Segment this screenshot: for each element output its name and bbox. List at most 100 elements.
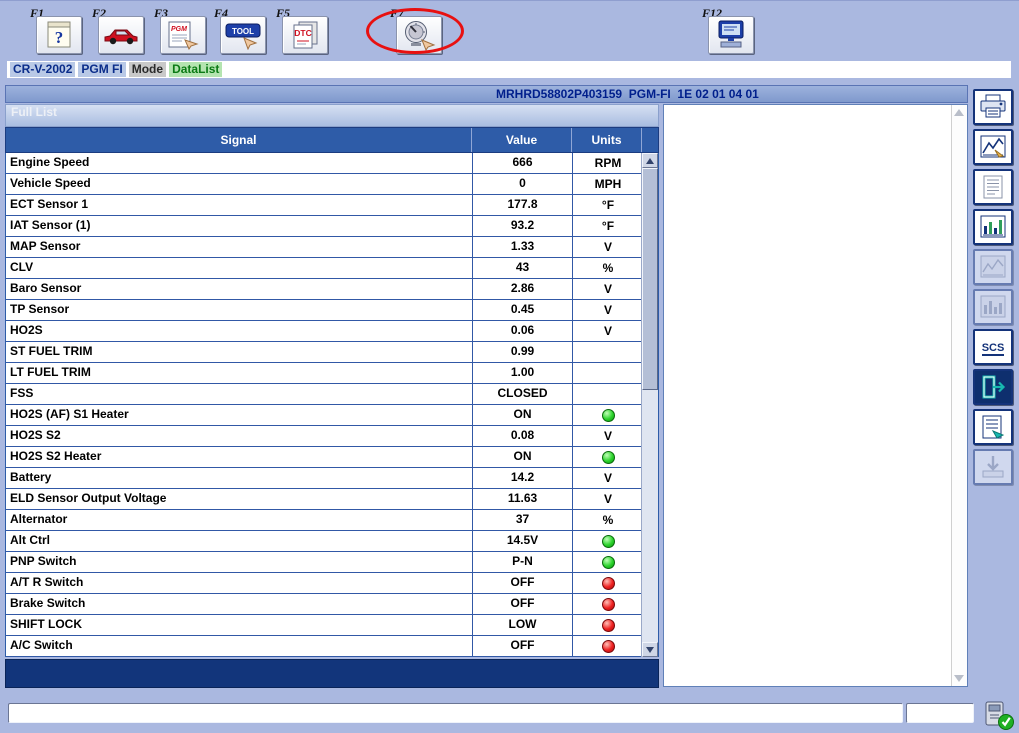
exit-icon <box>982 375 1006 399</box>
signal-cell: ELD Sensor Output Voltage <box>6 489 473 509</box>
f5-dtc-button[interactable]: F5 DTC <box>274 6 334 56</box>
table-row[interactable]: HO2S (AF) S1 Heater ON <box>6 405 643 426</box>
signal-cell: HO2S S2 Heater <box>6 447 473 467</box>
chevron-down-icon[interactable] <box>954 675 964 682</box>
units-cell <box>573 615 643 635</box>
value-cell: 0 <box>473 174 573 194</box>
table-row[interactable]: HO2S 0.06 V <box>6 321 643 342</box>
value-cell: ON <box>473 447 573 467</box>
value-cell: 43 <box>473 258 573 278</box>
table-row[interactable]: Alternator 37 % <box>6 510 643 531</box>
signal-cell: A/T R Switch <box>6 573 473 593</box>
units-text: % <box>602 261 614 275</box>
f12-exit-button[interactable]: F12 <box>700 6 760 56</box>
f4-tool-button[interactable]: F4 TOOL <box>212 6 272 56</box>
value-cell: OFF <box>473 594 573 614</box>
chevron-up-icon[interactable] <box>954 109 964 116</box>
column-header-signal[interactable]: Signal <box>6 128 472 152</box>
table-row[interactable]: FSS CLOSED <box>6 384 643 405</box>
table-row[interactable]: MAP Sensor 1.33 V <box>6 237 643 258</box>
list-view-button[interactable] <box>973 169 1013 205</box>
graph-setup-icon <box>980 135 1006 158</box>
table-row[interactable]: TP Sensor 0.45 V <box>6 300 643 321</box>
breadcrumb-item[interactable]: DataList <box>169 62 223 77</box>
units-cell <box>573 636 643 656</box>
units-cell: % <box>573 258 643 278</box>
snapshot-list-button[interactable] <box>973 409 1013 445</box>
table-row[interactable]: ECT Sensor 1 177.8 °F <box>6 195 643 216</box>
breadcrumb-item[interactable]: PGM FI <box>78 62 126 77</box>
table-row[interactable]: SHIFT LOCK LOW <box>6 615 643 636</box>
breadcrumb-item[interactable]: CR-V-2002 <box>10 62 76 77</box>
units-cell: V <box>573 426 643 446</box>
f1-help-button[interactable]: F1 ? <box>28 6 88 56</box>
table-row[interactable]: HO2S S2 Heater ON <box>6 447 643 468</box>
table-row[interactable]: CLV 43 % <box>6 258 643 279</box>
table-row[interactable]: Battery 14.2 V <box>6 468 643 489</box>
detail-panel-scrollbar[interactable] <box>951 105 967 686</box>
status-bar <box>0 699 1019 733</box>
status-lamp <box>601 597 615 611</box>
status-aux-box <box>906 703 974 723</box>
signal-cell: HO2S S2 <box>6 426 473 446</box>
scroll-down-button[interactable] <box>642 642 658 657</box>
units-cell: V <box>573 468 643 488</box>
signal-cell: Engine Speed <box>6 153 473 173</box>
value-cell: 0.06 <box>473 321 573 341</box>
f3-pgm-tester-button[interactable]: F3 PGM <box>152 6 212 56</box>
table-scrollbar-thumb[interactable] <box>642 168 658 390</box>
print-button[interactable] <box>973 89 1013 125</box>
value-cell: 0.08 <box>473 426 573 446</box>
tool-box-icon: TOOL <box>220 16 266 54</box>
meter-view-button[interactable] <box>973 209 1013 245</box>
table-scrollbar[interactable] <box>641 153 658 657</box>
f7-datalist-button[interactable]: F7 <box>388 6 448 56</box>
status-lamp <box>601 534 615 548</box>
value-cell: 2.86 <box>473 279 573 299</box>
interface-connected-icon[interactable] <box>980 699 1016 732</box>
signal-cell: MAP Sensor <box>6 237 473 257</box>
units-cell: V <box>573 321 643 341</box>
section-label: Full List <box>5 104 659 127</box>
table-row[interactable]: LT FUEL TRIM 1.00 <box>6 363 643 384</box>
table-header-row: Signal Value Units <box>5 127 659 153</box>
f2-vehicle-button[interactable]: F2 <box>90 6 150 56</box>
units-cell: V <box>573 237 643 257</box>
table-footer-bar <box>5 659 659 688</box>
units-cell: °F <box>573 216 643 236</box>
signal-cell: SHIFT LOCK <box>6 615 473 635</box>
table-row[interactable]: Alt Ctrl 14.5V <box>6 531 643 552</box>
column-header-value[interactable]: Value <box>472 128 572 152</box>
table-row[interactable]: A/C Switch OFF <box>6 636 643 657</box>
table-row[interactable]: Engine Speed 666 RPM <box>6 153 643 174</box>
table-row[interactable]: PNP Switch P-N <box>6 552 643 573</box>
breadcrumb-item[interactable]: Mode <box>128 62 167 77</box>
svg-text:?: ? <box>55 28 64 47</box>
scs-icon: SCS <box>981 342 1005 356</box>
units-cell: V <box>573 489 643 509</box>
value-cell: ON <box>473 405 573 425</box>
table-row[interactable]: ST FUEL TRIM 0.99 <box>6 342 643 363</box>
scs-button[interactable]: SCS <box>973 329 1013 365</box>
column-header-units[interactable]: Units <box>572 128 642 152</box>
dtc-icon: DTC <box>282 16 328 54</box>
units-cell <box>573 447 643 467</box>
units-cell: V <box>573 300 643 320</box>
table-row[interactable]: IAT Sensor (1) 93.2 °F <box>6 216 643 237</box>
scroll-up-button[interactable] <box>642 153 658 168</box>
table-row[interactable]: Baro Sensor 2.86 V <box>6 279 643 300</box>
signal-cell: Baro Sensor <box>6 279 473 299</box>
table-row[interactable]: A/T R Switch OFF <box>6 573 643 594</box>
exit-button[interactable] <box>973 369 1013 405</box>
units-cell: RPM <box>573 153 643 173</box>
units-text: V <box>603 471 612 485</box>
table-row[interactable]: HO2S S2 0.08 V <box>6 426 643 447</box>
table-row[interactable]: ELD Sensor Output Voltage 11.63 V <box>6 489 643 510</box>
units-cell <box>573 531 643 551</box>
table-row[interactable]: Vehicle Speed 0 MPH <box>6 174 643 195</box>
table-row[interactable]: Brake Switch OFF <box>6 594 643 615</box>
chart-review-disabled-icon <box>980 295 1006 318</box>
page-down-button <box>973 449 1013 485</box>
graph-setup-button[interactable] <box>973 129 1013 165</box>
units-text: °F <box>601 198 615 212</box>
